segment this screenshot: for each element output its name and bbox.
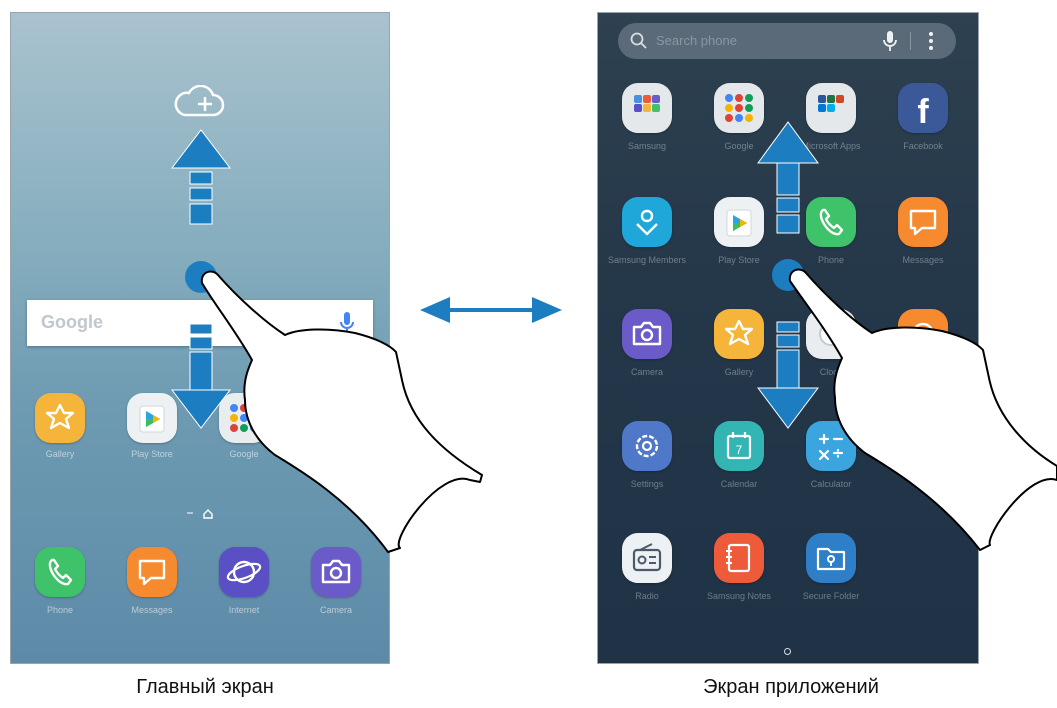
gesture-overlay (170, 121, 1057, 553)
swipe-down-arrow (757, 321, 819, 429)
hand-pointer (788, 268, 1057, 551)
apps-screen-caption: Экран приложений (703, 676, 879, 698)
swipe-up-arrow (170, 129, 232, 225)
home-screen-caption: Главный экран (136, 676, 274, 698)
swipe-up-arrow (757, 121, 819, 234)
swap-double-arrow (420, 297, 562, 323)
swipe-down-arrow (170, 323, 232, 429)
